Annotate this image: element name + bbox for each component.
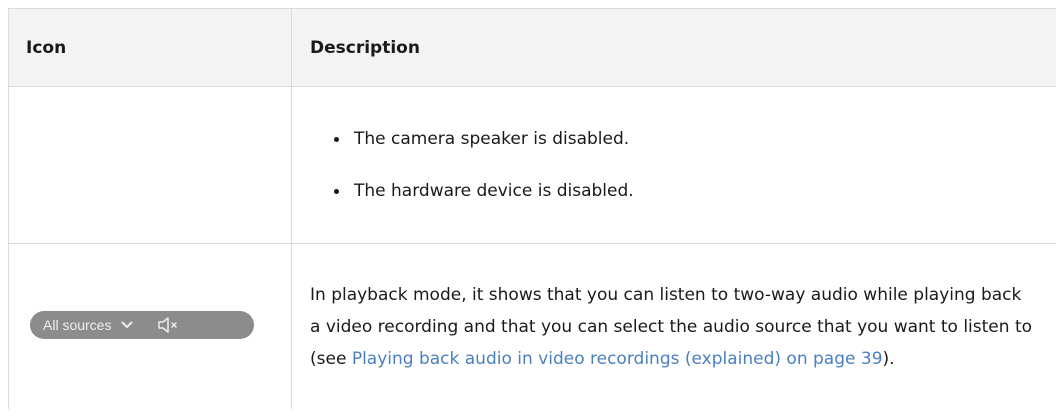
all-sources-dropdown-icon: All sources [30, 310, 254, 339]
chevron-down-icon [121, 321, 133, 328]
header-description: Description [291, 8, 1056, 87]
bullet-dot [334, 137, 339, 142]
table-header-row: Icon Description [8, 8, 1056, 87]
list-item: The hardware device is disabled. [332, 179, 1056, 203]
description-text-end: ). [882, 348, 895, 369]
table-row: The camera speaker is disabled. The hard… [8, 86, 1056, 244]
bullet-dot [334, 189, 339, 194]
description-cell: In playback mode, it shows that you can … [291, 243, 1056, 409]
description-cell: The camera speaker is disabled. The hard… [291, 86, 1056, 244]
bullet-text: The hardware device is disabled. [354, 181, 634, 201]
list-item: The camera speaker is disabled. [332, 127, 1056, 151]
playback-audio-link[interactable]: Playing back audio in video recordings (… [352, 349, 883, 369]
header-icon: Icon [8, 8, 292, 87]
icon-cell-empty [8, 86, 292, 244]
bullet-list: The camera speaker is disabled. The hard… [292, 127, 1056, 203]
description-paragraph: In playback mode, it shows that you can … [292, 279, 1056, 375]
icon-cell: All sources [8, 243, 292, 409]
speaker-muted-icon [158, 316, 178, 333]
bullet-text: The camera speaker is disabled. [354, 129, 630, 149]
table-row: All sources In playback mode, it shows t… [8, 243, 1056, 409]
icon-description-table: Icon Description The camera speaker is d… [8, 8, 1056, 409]
all-sources-label: All sources [43, 316, 112, 333]
